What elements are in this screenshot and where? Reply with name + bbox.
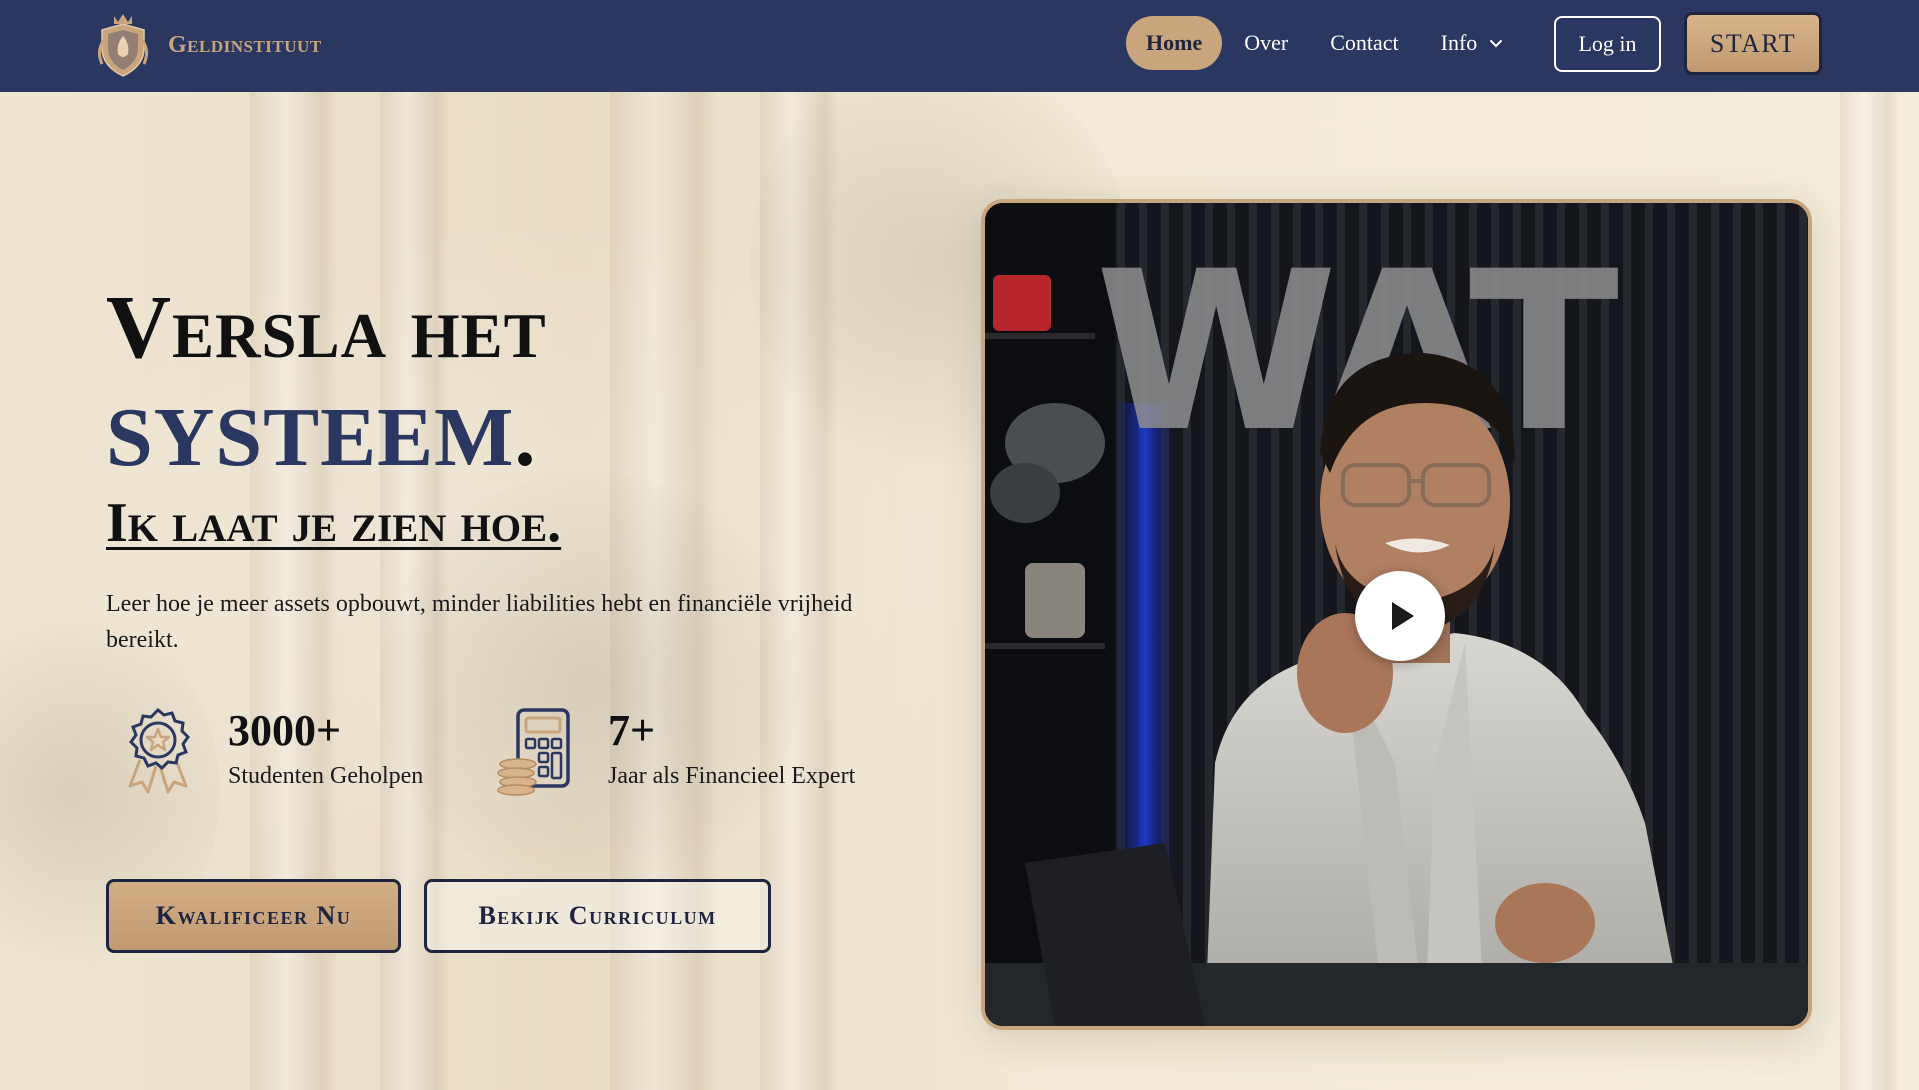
headline-accent: SYSTEEM [106,391,515,484]
qualify-now-button[interactable]: Kwalificeer Nu [106,879,401,953]
nav-item-label: Contact [1330,30,1399,55]
headline-subline: Ik laat je zien hoe. [106,492,562,554]
stat-label: Jaar als Financieel Expert [608,763,856,789]
crest-icon [97,14,149,77]
hero-lead-text: Leer hoe je meer assets opbouwt, minder … [106,591,853,653]
stat-experience: 7+ Jaar als Financieel Expert [496,706,855,796]
stat-text: 7+ Jaar als Financieel Expert [608,706,855,792]
nav-item-contact[interactable]: Contact [1310,16,1418,70]
play-icon [1392,602,1414,630]
stat-label: Studenten Geholpen [228,763,424,789]
headline-line-1: Versla het [106,278,547,377]
calculator-coins-icon [497,708,570,796]
brand-name: Geldinstituut [168,31,322,58]
background-column [1840,92,1900,1090]
video-player[interactable]: WAT [981,199,1812,1030]
login-button[interactable]: Log in [1554,16,1661,72]
stat-value: 3000+ [228,706,342,755]
view-curriculum-button[interactable]: Bekijk Curriculum [424,879,771,953]
chevron-down-icon [1490,40,1503,48]
nav-item-info-dropdown[interactable]: Info [1421,16,1526,70]
stat-value: 7+ [608,706,656,755]
top-navbar: Geldinstituut Home Over Contact Info Log… [0,0,1919,92]
award-badge-icon [128,707,190,794]
start-button[interactable]: START [1684,12,1822,75]
stat-students: 3000+ Studenten Geholpen [118,706,423,796]
nav-item-home[interactable]: Home [1126,16,1223,70]
nav-item-label: Info [1440,30,1478,55]
nav-item-over[interactable]: Over [1224,16,1308,70]
nav-item-label: Over [1244,30,1289,55]
headline-line-2: SYSTEEM. [106,388,536,488]
main-nav: Home Over Contact Info [1126,16,1525,70]
brand[interactable]: Geldinstituut [92,10,322,80]
headline-punctuation: . [514,391,537,484]
stat-text: 3000+ Studenten Geholpen [228,706,423,792]
play-button[interactable] [1355,571,1445,661]
nav-item-label: Home [1146,30,1203,55]
